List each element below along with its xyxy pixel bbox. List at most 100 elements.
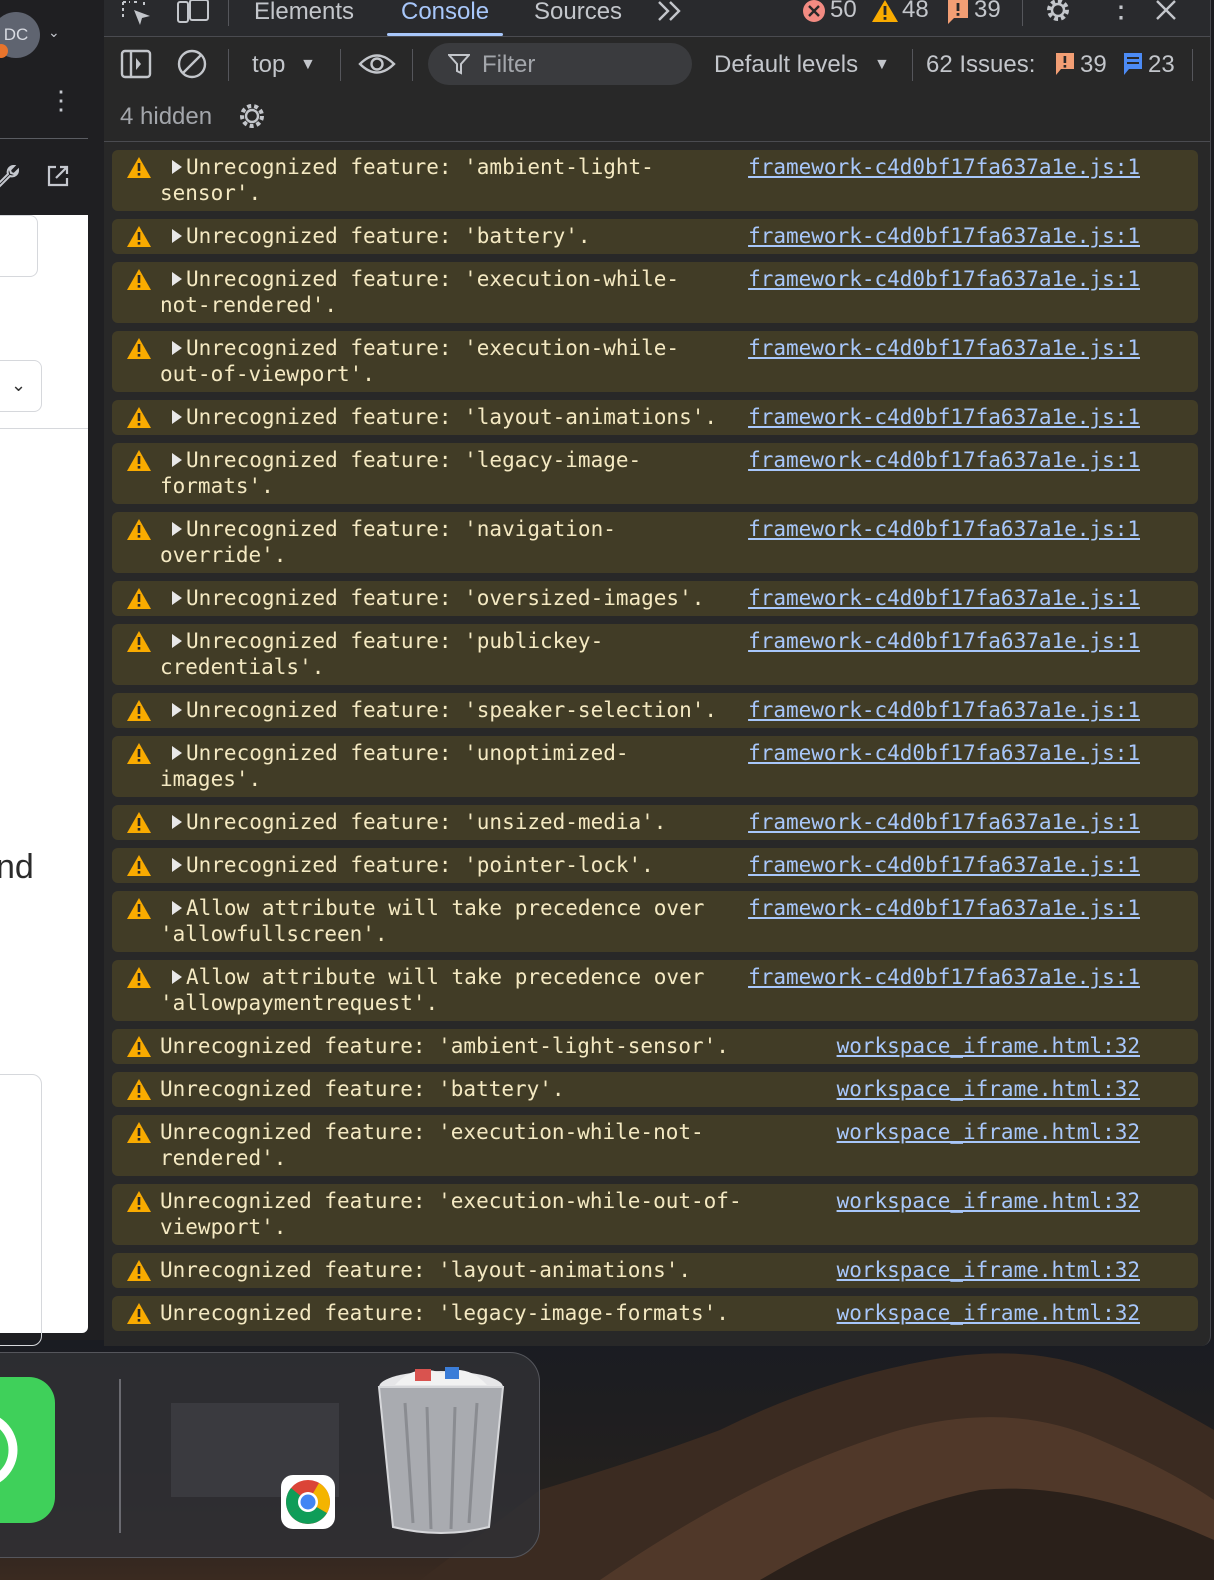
expand-triangle-icon[interactable]: [170, 630, 184, 652]
eye-icon[interactable]: [358, 51, 396, 77]
console-message-row[interactable]: Unrecognized feature: 'battery'. workspac…: [112, 1072, 1198, 1107]
console-message-text: Allow attribute will take precedence ove…: [160, 896, 718, 946]
source-link[interactable]: framework-c4d0bf17fa637a1e.js:1: [748, 628, 1140, 654]
source-link[interactable]: framework-c4d0bf17fa637a1e.js:1: [748, 852, 1140, 878]
trash-icon[interactable]: [375, 1363, 507, 1535]
expand-triangle-icon[interactable]: [170, 742, 184, 764]
console-message-row[interactable]: Unrecognized feature: 'navigation-overri…: [112, 512, 1198, 573]
console-message-row[interactable]: Unrecognized feature: 'execution-while-o…: [112, 1184, 1198, 1245]
expand-triangle-icon[interactable]: [170, 156, 184, 178]
console-message-row[interactable]: Allow attribute will take precedence ove…: [112, 960, 1198, 1021]
console-message-row[interactable]: Unrecognized feature: 'execution-while-o…: [112, 331, 1198, 392]
expand-triangle-icon[interactable]: [170, 268, 184, 290]
tab-sources[interactable]: Sources: [534, 0, 622, 34]
expand-triangle-icon[interactable]: [170, 897, 184, 919]
expand-triangle-icon[interactable]: [170, 449, 184, 471]
settings-gear-icon[interactable]: [1042, 0, 1074, 26]
issues-count-icon[interactable]: [946, 0, 970, 24]
source-link[interactable]: workspace_iframe.html:32: [837, 1300, 1140, 1326]
issues-warning-icon[interactable]: [1054, 53, 1076, 75]
console-message-row[interactable]: Unrecognized feature: 'unoptimized-image…: [112, 736, 1198, 797]
console-message-row[interactable]: Unrecognized feature: 'battery'. framewor…: [112, 219, 1198, 254]
source-link[interactable]: framework-c4d0bf17fa637a1e.js:1: [748, 809, 1140, 835]
error-count[interactable]: 50: [830, 0, 857, 24]
source-link[interactable]: workspace_iframe.html:32: [837, 1188, 1140, 1214]
log-levels-dropdown[interactable]: Default levels: [714, 51, 858, 79]
browser-page-sliver: DC ⌄ ⋮ ⌄ nd: [0, 0, 105, 1346]
console-message-row[interactable]: Allow attribute will take precedence ove…: [112, 891, 1198, 952]
source-link[interactable]: framework-c4d0bf17fa637a1e.js:1: [748, 266, 1140, 292]
source-link[interactable]: framework-c4d0bf17fa637a1e.js:1: [748, 447, 1140, 473]
tab-elements[interactable]: Elements: [254, 0, 354, 34]
warning-count-icon[interactable]: [872, 0, 898, 24]
source-link[interactable]: framework-c4d0bf17fa637a1e.js:1: [748, 697, 1140, 723]
source-link[interactable]: workspace_iframe.html:32: [837, 1119, 1140, 1145]
console-settings-gear-icon[interactable]: [236, 101, 268, 131]
issues-warning-count[interactable]: 39: [1080, 51, 1107, 79]
warning-icon: [127, 157, 151, 178]
source-link[interactable]: framework-c4d0bf17fa637a1e.js:1: [748, 223, 1140, 249]
caret-down-icon[interactable]: ▼: [300, 51, 316, 79]
warning-count[interactable]: 48: [902, 0, 929, 24]
console-message-text: Unrecognized feature: 'execution-while-n…: [160, 1120, 704, 1170]
more-options-icon[interactable]: ⋮: [1106, 0, 1136, 23]
tab-console[interactable]: Console: [386, 0, 504, 36]
source-link[interactable]: framework-c4d0bf17fa637a1e.js:1: [748, 516, 1140, 542]
source-link[interactable]: framework-c4d0bf17fa637a1e.js:1: [748, 585, 1140, 611]
chevron-down-icon[interactable]: ⌄: [48, 24, 60, 41]
expand-triangle-icon[interactable]: [170, 225, 184, 247]
console-message-row[interactable]: Unrecognized feature: 'ambient-light-sen…: [112, 150, 1198, 211]
source-link[interactable]: framework-c4d0bf17fa637a1e.js:1: [748, 335, 1140, 361]
console-message-row[interactable]: Unrecognized feature: 'speaker-selection…: [112, 693, 1198, 728]
issues-label[interactable]: 62 Issues:: [926, 51, 1035, 79]
expand-triangle-icon[interactable]: [170, 966, 184, 988]
console-message-row[interactable]: Unrecognized feature: 'layout-animations…: [112, 400, 1198, 435]
console-message-row[interactable]: Unrecognized feature: 'unsized-media'. fr…: [112, 805, 1198, 840]
issues-info-icon[interactable]: [1122, 53, 1144, 75]
source-link[interactable]: framework-c4d0bf17fa637a1e.js:1: [748, 740, 1140, 766]
console-message-row[interactable]: Unrecognized feature: 'execution-while-n…: [112, 262, 1198, 323]
close-icon[interactable]: [1154, 0, 1178, 24]
expand-triangle-icon[interactable]: [170, 854, 184, 876]
clear-console-icon[interactable]: [176, 49, 208, 79]
filter-input[interactable]: [480, 43, 684, 87]
chrome-icon[interactable]: [281, 1475, 335, 1529]
console-message-row[interactable]: Unrecognized feature: 'layout-animations…: [112, 1253, 1198, 1288]
console-message-row[interactable]: Unrecognized feature: 'pointer-lock'. fra…: [112, 848, 1198, 883]
external-link-icon[interactable]: [44, 162, 72, 190]
inspect-element-icon[interactable]: [120, 0, 154, 26]
source-link[interactable]: framework-c4d0bf17fa637a1e.js:1: [748, 154, 1140, 180]
expand-triangle-icon[interactable]: [170, 587, 184, 609]
wrench-icon[interactable]: [0, 162, 22, 190]
whatsapp-icon[interactable]: [0, 1377, 59, 1523]
more-options-icon[interactable]: ⋮: [48, 87, 74, 113]
sidebar-toggle-icon[interactable]: [120, 49, 152, 79]
device-toolbar-icon[interactable]: [176, 0, 210, 26]
console-message-row[interactable]: Unrecognized feature: 'ambient-light-sen…: [112, 1029, 1198, 1064]
source-link[interactable]: workspace_iframe.html:32: [837, 1033, 1140, 1059]
expand-triangle-icon[interactable]: [170, 811, 184, 833]
issues-count[interactable]: 39: [974, 0, 1001, 24]
page-dropdown[interactable]: ⌄: [0, 360, 42, 412]
console-message-row[interactable]: Unrecognized feature: 'legacy-image-form…: [112, 1296, 1198, 1331]
source-link[interactable]: framework-c4d0bf17fa637a1e.js:1: [748, 404, 1140, 430]
source-link[interactable]: workspace_iframe.html:32: [837, 1257, 1140, 1283]
expand-triangle-icon[interactable]: [170, 699, 184, 721]
console-message-row[interactable]: Unrecognized feature: 'oversized-images'…: [112, 581, 1198, 616]
issues-info-count[interactable]: 23: [1148, 51, 1175, 79]
console-message-row[interactable]: Unrecognized feature: 'legacy-image-form…: [112, 443, 1198, 504]
context-selector[interactable]: top: [252, 51, 285, 79]
source-link[interactable]: framework-c4d0bf17fa637a1e.js:1: [748, 964, 1140, 990]
devtools-tabbar: Elements Console Sources 50 48 39 ⋮: [104, 0, 1210, 37]
hidden-messages-label[interactable]: 4 hidden: [120, 103, 212, 131]
source-link[interactable]: workspace_iframe.html:32: [837, 1076, 1140, 1102]
console-message-row[interactable]: Unrecognized feature: 'publickey-credent…: [112, 624, 1198, 685]
expand-triangle-icon[interactable]: [170, 406, 184, 428]
more-tabs-icon[interactable]: [656, 0, 684, 24]
expand-triangle-icon[interactable]: [170, 337, 184, 359]
error-count-icon[interactable]: [802, 0, 826, 24]
expand-triangle-icon[interactable]: [170, 518, 184, 540]
console-message-row[interactable]: Unrecognized feature: 'execution-while-n…: [112, 1115, 1198, 1176]
source-link[interactable]: framework-c4d0bf17fa637a1e.js:1: [748, 895, 1140, 921]
caret-down-icon[interactable]: ▼: [874, 51, 890, 79]
